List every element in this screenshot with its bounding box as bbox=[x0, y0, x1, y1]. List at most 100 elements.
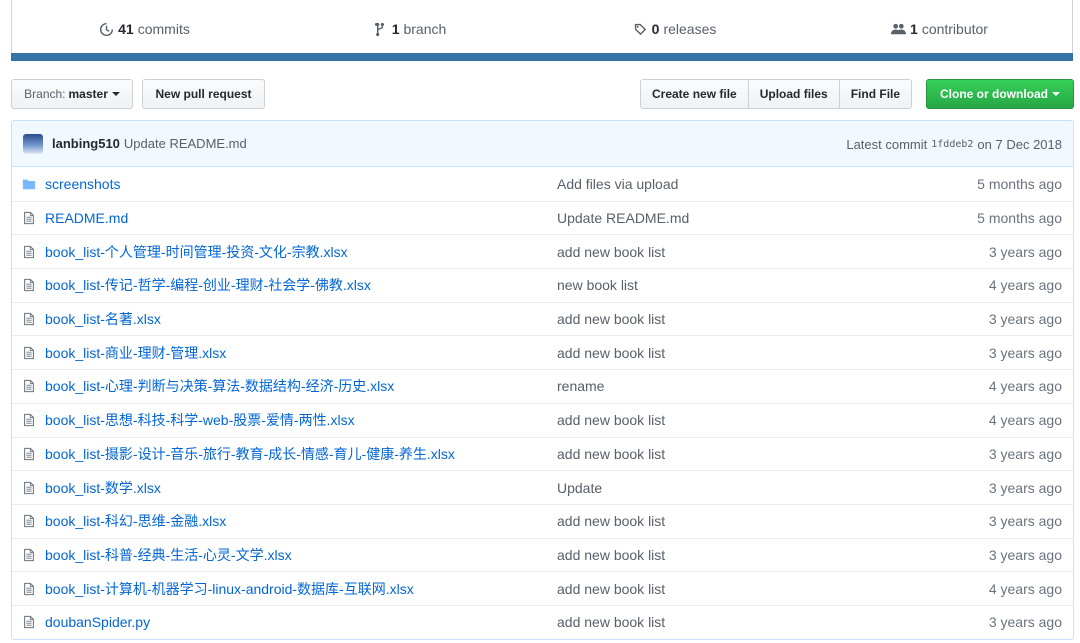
commit-age: 3 years ago bbox=[988, 344, 1062, 361]
file-name-link[interactable]: book_list-科幻-思维-金融.xlsx bbox=[45, 511, 551, 531]
commit-message-link[interactable]: add new book list bbox=[557, 345, 665, 361]
commit-message-link[interactable]: add new book list bbox=[557, 581, 665, 597]
file-icon bbox=[22, 548, 38, 562]
commit-message-link[interactable]: add new book list bbox=[557, 547, 665, 563]
branches-label: branch bbox=[403, 21, 447, 37]
commit-tease: lanbing510 Update README.md Latest commi… bbox=[12, 121, 1073, 167]
file-icon bbox=[22, 245, 38, 259]
branches-count: 1 bbox=[391, 21, 400, 37]
table-row: doubanSpider.py add new book list 3 years … bbox=[12, 604, 1073, 639]
file-icon bbox=[22, 278, 38, 292]
commit-message-link[interactable]: rename bbox=[557, 378, 604, 394]
file-name-link[interactable]: book_list-个人管理-时间管理-投资-文化-宗教.xlsx bbox=[45, 242, 551, 262]
create-new-file-button[interactable]: Create new file bbox=[640, 79, 749, 109]
file-name-link[interactable]: README.md bbox=[45, 210, 551, 226]
table-row: book_list-数学.xlsx Update 3 years ago bbox=[12, 470, 1073, 504]
folder-icon bbox=[22, 177, 38, 191]
commits-label: commits bbox=[137, 21, 190, 37]
new-pull-request-button[interactable]: New pull request bbox=[142, 79, 265, 109]
table-row: book_list-科普-经典-生活-心灵-文学.xlsx add new boo… bbox=[12, 537, 1073, 572]
file-name-link[interactable]: book_list-心理-判断与决策-算法-数据结构-经济-历史.xlsx bbox=[45, 376, 551, 396]
file-actions-group: Create new file Upload files Find File bbox=[640, 79, 913, 109]
commit-message-link[interactable]: Update README.md bbox=[557, 210, 689, 226]
table-row: README.md Update README.md 5 months ago bbox=[12, 200, 1073, 235]
commit-message-link[interactable]: new book list bbox=[557, 277, 638, 293]
table-row: book_list-传记-哲学-编程-创业-理财-社会学-佛教.xlsx new … bbox=[12, 268, 1073, 302]
commit-age: 4 years ago bbox=[988, 277, 1062, 294]
find-file-button[interactable]: Find File bbox=[838, 79, 913, 109]
contributors-link[interactable]: 1 contributor bbox=[807, 21, 1072, 38]
commit-message-link[interactable]: add new book list bbox=[557, 614, 665, 630]
branch-select-button[interactable]: Branch: master bbox=[11, 79, 133, 109]
commit-message-link[interactable]: Update bbox=[557, 480, 602, 496]
file-name-link[interactable]: book_list-传记-哲学-编程-创业-理财-社会学-佛教.xlsx bbox=[45, 275, 551, 295]
upload-files-button[interactable]: Upload files bbox=[747, 79, 840, 109]
branches-link[interactable]: 1 branch bbox=[277, 21, 542, 38]
file-name-link[interactable]: book_list-摄影-设计-音乐-旅行-教育-成长-情感-育儿-健康-养生.… bbox=[45, 444, 551, 464]
commit-sha[interactable]: 1fddeb2 bbox=[931, 139, 973, 150]
table-row: screenshots Add files via upload 5 months … bbox=[12, 167, 1073, 201]
branch-name: master bbox=[68, 87, 108, 101]
file-list: lanbing510 Update README.md Latest commi… bbox=[11, 120, 1074, 640]
clone-or-download-button[interactable]: Clone or download bbox=[926, 79, 1074, 109]
branch-prefix: Branch: bbox=[24, 87, 66, 101]
file-icon bbox=[22, 582, 38, 596]
commit-age: 4 years ago bbox=[988, 412, 1062, 429]
commit-age: 3 years ago bbox=[988, 311, 1062, 328]
file-name-link[interactable]: doubanSpider.py bbox=[45, 614, 551, 630]
file-name-link[interactable]: book_list-科普-经典-生活-心灵-文学.xlsx bbox=[45, 545, 551, 565]
caret-down-icon bbox=[1052, 92, 1060, 96]
commits-count: 41 bbox=[118, 21, 134, 37]
table-row: book_list-商业-理财-管理.xlsx add new book list… bbox=[12, 335, 1073, 369]
commit-age: 3 years ago bbox=[988, 445, 1062, 462]
commit-message-link[interactable]: add new book list bbox=[557, 446, 665, 462]
table-row: book_list-科幻-思维-金融.xlsx add new book list… bbox=[12, 503, 1073, 538]
commit-age: 4 years ago bbox=[988, 378, 1062, 395]
file-rows: screenshots Add files via upload 5 months … bbox=[12, 167, 1073, 639]
file-name-link[interactable]: book_list-思想-科技-科学-web-股票-爱情-两性.xlsx bbox=[45, 410, 551, 430]
clone-or-download-label: Clone or download bbox=[940, 87, 1048, 101]
latest-commit: Latest commit 1fddeb2 on 7 Dec 2018 bbox=[846, 121, 1062, 167]
commit-message-link[interactable]: add new book list bbox=[557, 412, 665, 428]
commit-message-link[interactable]: add new book list bbox=[557, 244, 665, 260]
history-icon bbox=[100, 22, 114, 36]
commit-age: 3 years ago bbox=[988, 546, 1062, 563]
file-name-link[interactable]: screenshots bbox=[45, 176, 551, 192]
contributors-count: 1 bbox=[910, 21, 918, 37]
tag-icon bbox=[634, 23, 646, 35]
commit-message[interactable]: Update README.md bbox=[124, 136, 247, 151]
releases-count: 0 bbox=[651, 21, 660, 37]
commit-age: 3 years ago bbox=[988, 243, 1062, 260]
commit-age: 5 months ago bbox=[977, 175, 1062, 192]
avatar[interactable] bbox=[23, 133, 43, 154]
commit-age: 4 years ago bbox=[988, 580, 1062, 597]
language-bar bbox=[11, 53, 1073, 61]
file-icon bbox=[22, 413, 38, 427]
commit-message-link[interactable]: add new book list bbox=[557, 513, 665, 529]
table-row: book_list-名著.xlsx add new book list 3 year… bbox=[12, 301, 1073, 336]
file-name-link[interactable]: book_list-计算机-机器学习-linux-android-数据库-互联网… bbox=[45, 579, 551, 599]
table-row: book_list-思想-科技-科学-web-股票-爱情-两性.xlsx add … bbox=[12, 402, 1073, 437]
latest-commit-label: Latest commit bbox=[846, 136, 928, 152]
commit-age: 3 years ago bbox=[988, 614, 1062, 631]
releases-link[interactable]: 0 releases bbox=[542, 21, 807, 38]
file-name-link[interactable]: book_list-商业-理财-管理.xlsx bbox=[45, 343, 551, 363]
file-icon bbox=[22, 211, 38, 225]
commit-message-link[interactable]: Add files via upload bbox=[557, 176, 678, 192]
file-icon bbox=[22, 615, 38, 629]
file-icon bbox=[22, 312, 38, 326]
commits-link[interactable]: 41 commits bbox=[12, 21, 277, 38]
releases-label: releases bbox=[663, 21, 717, 37]
file-icon bbox=[22, 379, 38, 393]
file-name-link[interactable]: book_list-名著.xlsx bbox=[45, 309, 551, 329]
commit-message-link[interactable]: add new book list bbox=[557, 311, 665, 327]
file-name-link[interactable]: book_list-数学.xlsx bbox=[45, 478, 551, 498]
file-navigation: Branch: master New pull request Create n… bbox=[11, 79, 1074, 109]
repo-stats-bar: 41 commits 1 branch 0 releases 1 contrib… bbox=[11, 0, 1073, 59]
commit-author[interactable]: lanbing510 bbox=[52, 136, 120, 151]
contributors-label: contributor bbox=[921, 21, 988, 37]
commit-age: 3 years ago bbox=[988, 479, 1062, 496]
caret-down-icon bbox=[111, 92, 120, 96]
branch-icon bbox=[374, 22, 384, 36]
people-icon bbox=[891, 23, 907, 34]
